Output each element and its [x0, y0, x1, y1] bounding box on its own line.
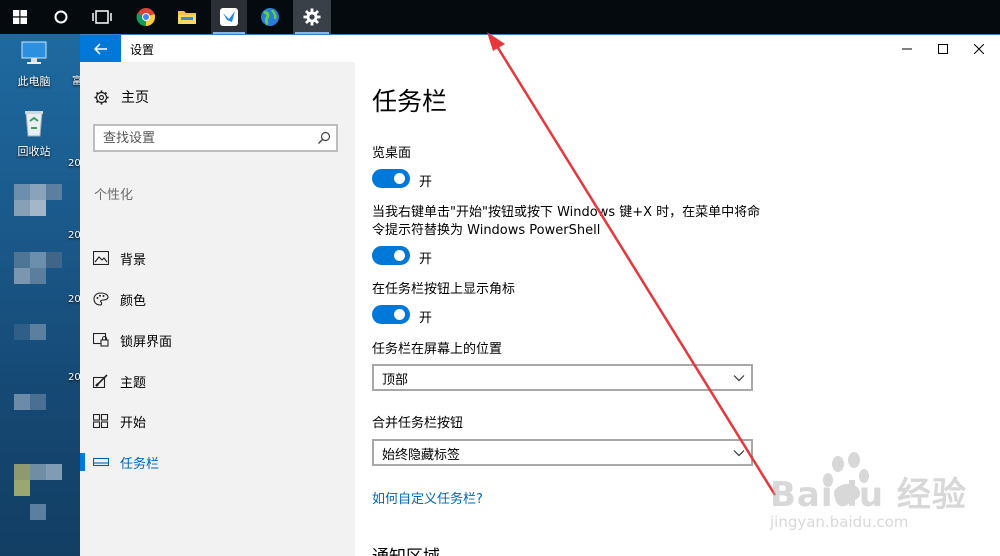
toggle-knob	[394, 250, 405, 261]
file-explorer-taskbar-button[interactable]	[169, 0, 205, 34]
settings-taskbar-button[interactable]	[293, 0, 331, 34]
desktop-icon-this-pc[interactable]: 此电脑	[6, 40, 62, 89]
taskbar-position-select[interactable]: 顶部	[372, 364, 753, 391]
task-view-button[interactable]	[90, 0, 114, 34]
desktop-icon-recycle-bin[interactable]: 回收站	[6, 108, 62, 159]
chevron-down-icon	[733, 375, 745, 382]
desktop: 此电脑 回收站 富 20 20 20 20	[0, 34, 80, 556]
nav-item-themes[interactable]: 主题	[80, 363, 355, 399]
setting-badges-label: 在任务栏按钮上显示角标	[372, 282, 516, 297]
task-view-icon	[92, 10, 112, 24]
toggle-peek[interactable]	[372, 169, 410, 188]
setting-powershell-label-line2: 令提示符替换为 Windows PowerShell	[372, 223, 601, 238]
toggle-state: 开	[419, 311, 433, 326]
nav-item-label: 主题	[120, 376, 147, 391]
combine-buttons-select[interactable]: 始终隐藏标签	[372, 439, 753, 466]
desktop-text-fragment: 20	[68, 230, 80, 241]
nav-section-label: 个性化	[94, 188, 134, 203]
notification-area-heading: 通知区域	[372, 542, 440, 556]
back-arrow-icon	[93, 42, 107, 55]
gear-icon	[303, 8, 321, 26]
globe-icon	[261, 8, 279, 26]
nav-home[interactable]: 主页	[94, 88, 149, 106]
toggle-state: 开	[419, 252, 433, 267]
chevron-down-icon	[733, 450, 745, 457]
search-input[interactable]	[95, 126, 305, 150]
palette-icon	[93, 292, 109, 306]
toggle-badges[interactable]	[372, 305, 410, 324]
taskbar	[0, 0, 1000, 34]
start-tiles-icon	[93, 414, 109, 428]
settings-nav: 主页 个性化 背景 颜色	[80, 62, 355, 556]
chrome-taskbar-button[interactable]	[128, 0, 164, 34]
start-button[interactable]	[10, 0, 30, 34]
taskbar-icon	[93, 457, 109, 467]
watermark: Baidu 经验 jingyan.baidu.com	[770, 452, 995, 550]
setting-peek-label: 览桌面	[372, 146, 412, 161]
select-value: 顶部	[382, 373, 409, 388]
theme-brush-icon	[93, 374, 108, 388]
windows-logo-icon	[13, 10, 27, 24]
selection-indicator	[80, 453, 85, 471]
picture-icon	[93, 251, 109, 265]
gear-icon	[94, 89, 109, 105]
feishu-taskbar-button[interactable]	[211, 0, 247, 34]
close-icon	[974, 43, 984, 54]
nav-item-lock-screen[interactable]: 锁屏界面	[80, 322, 355, 358]
maximize-icon	[938, 43, 948, 54]
desktop-text-fragment: 20	[68, 372, 80, 383]
nav-item-taskbar[interactable]: 任务栏	[80, 444, 355, 480]
nav-item-label: 开始	[120, 416, 147, 431]
lock-screen-icon	[93, 333, 109, 347]
select-value: 始终隐藏标签	[382, 448, 461, 463]
minimize-icon	[902, 48, 912, 49]
desktop-text-fragment: 20	[68, 294, 80, 305]
title-bar: 设置	[80, 35, 1000, 62]
taskbar-position-label: 任务栏在屏幕上的位置	[372, 342, 503, 357]
cortana-button[interactable]	[50, 0, 72, 34]
desktop-text-fragment: 富	[72, 76, 80, 87]
toggle-knob	[394, 173, 405, 184]
nav-item-colors[interactable]: 颜色	[80, 281, 355, 317]
nav-item-start[interactable]: 开始	[80, 403, 355, 439]
folder-icon	[178, 11, 196, 24]
toggle-knob	[394, 309, 405, 320]
setting-powershell-label-line1: 当我右键单击"开始"按钮或按下 Windows 键+X 时，在菜单中将命	[372, 205, 761, 220]
nav-home-label: 主页	[121, 90, 149, 106]
settings-search[interactable]	[93, 124, 338, 152]
chrome-icon	[136, 8, 156, 27]
nav-item-label: 任务栏	[120, 457, 160, 472]
nav-item-label: 颜色	[120, 294, 147, 309]
help-link[interactable]: 如何自定义任务栏?	[372, 488, 483, 507]
search-icon[interactable]	[317, 130, 331, 149]
toggle-powershell[interactable]	[372, 246, 410, 265]
nav-item-label: 背景	[120, 253, 147, 268]
desktop-icon-label: 回收站	[17, 145, 51, 158]
close-button[interactable]	[956, 35, 1000, 62]
back-button[interactable]	[80, 35, 121, 62]
recycle-bin-icon	[25, 111, 43, 137]
bird-app-icon	[220, 8, 238, 26]
desktop-text-fragment: 20	[68, 158, 80, 169]
window-title: 设置	[130, 43, 155, 57]
combine-buttons-label: 合并任务栏按钮	[372, 416, 464, 431]
this-pc-icon	[21, 41, 47, 64]
nav-item-label: 锁屏界面	[120, 335, 173, 350]
cortana-circle-icon	[54, 10, 68, 24]
toggle-state: 开	[419, 175, 433, 190]
watermark-url: jingyan.baidu.com	[770, 513, 909, 531]
desktop-icon-label: 此电脑	[17, 75, 51, 88]
browser-taskbar-button[interactable]	[252, 0, 288, 34]
nav-item-background[interactable]: 背景	[80, 240, 355, 276]
page-title: 任务栏	[372, 87, 448, 116]
watermark-brand: Baidu 经验	[770, 475, 967, 515]
